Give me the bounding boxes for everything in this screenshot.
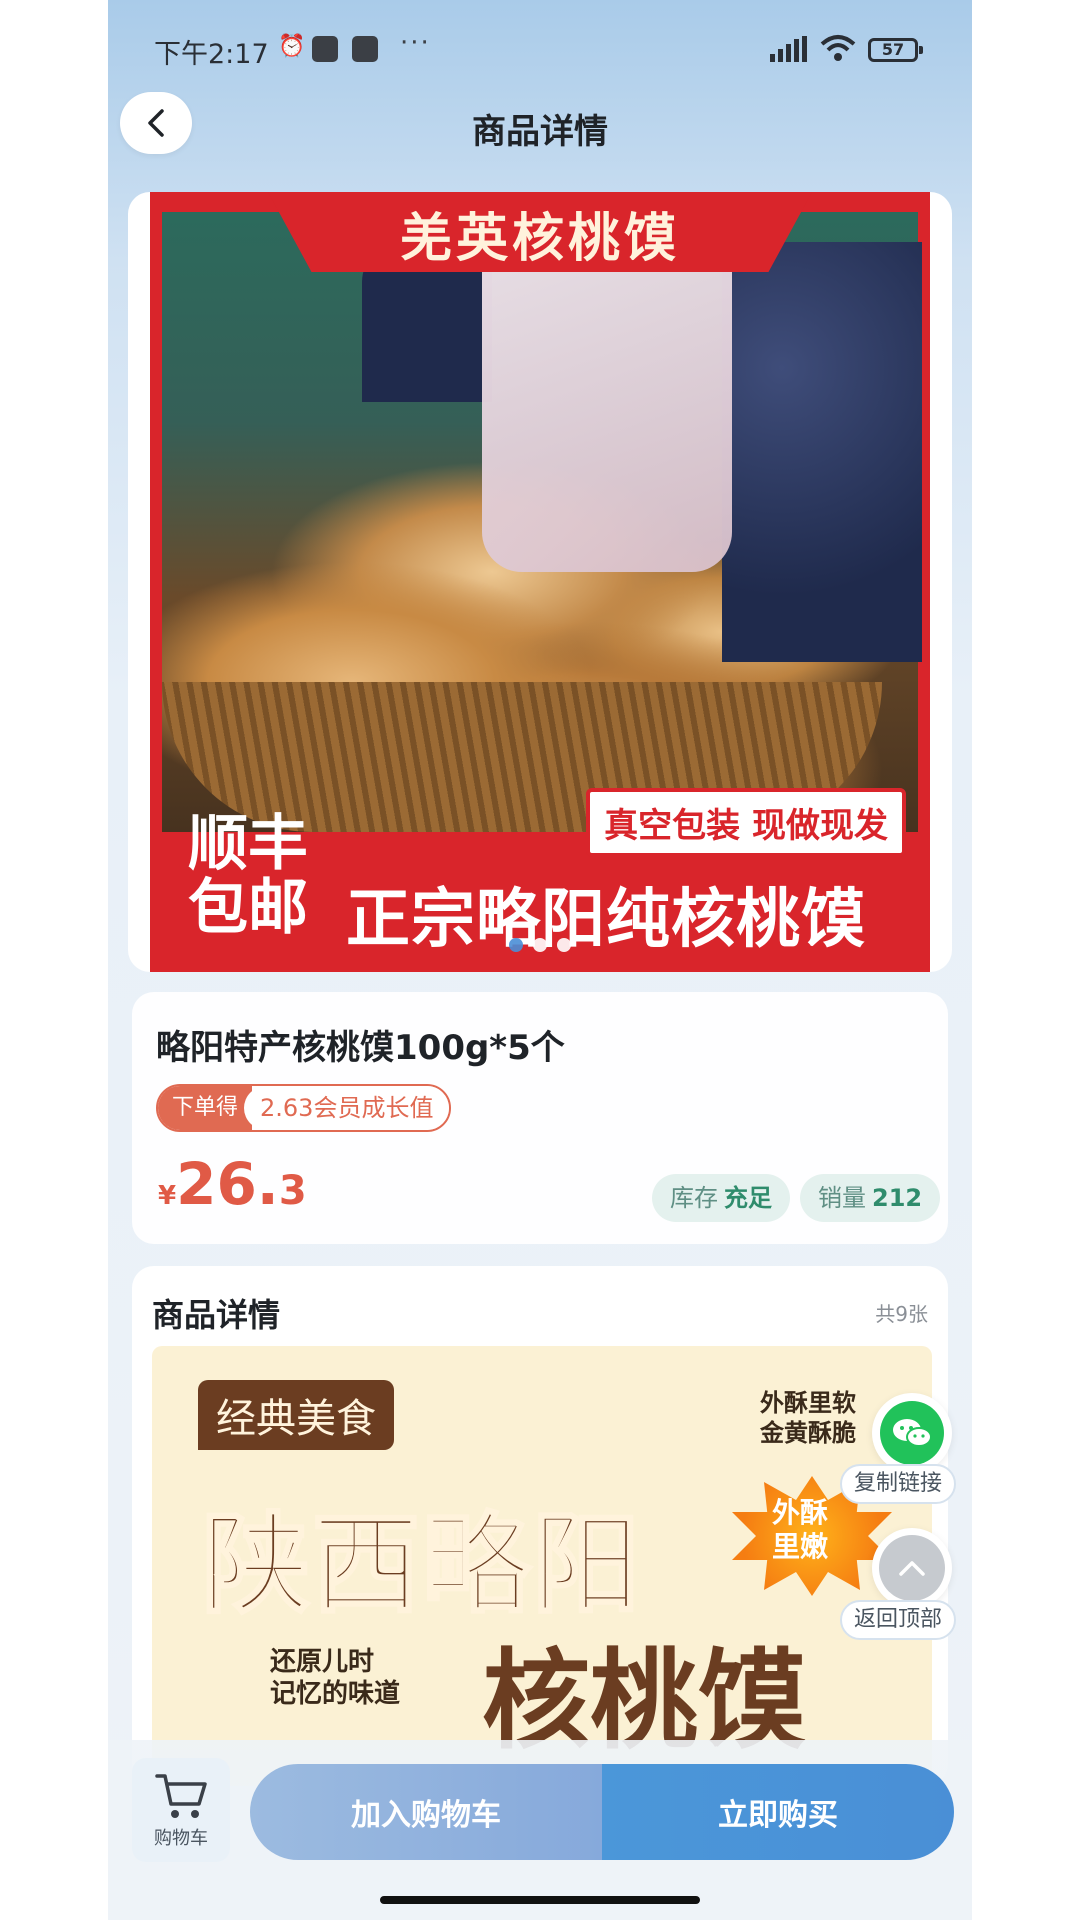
carousel-dot[interactable] [533, 938, 547, 952]
price-decimal: 3 [278, 1168, 307, 1214]
product-detail-card: 商品详情 共9张 经典美食 外酥里软 金黄酥脆 外酥 里嫩 陕西略阳 还原儿时 … [132, 1266, 948, 1786]
poster-headline: 陕西略阳 [200, 1502, 643, 1630]
battery-icon: 57 [868, 38, 923, 62]
cart-button[interactable]: 购物车 [132, 1758, 230, 1862]
wechat-icon [880, 1401, 944, 1465]
reward-value: 2.63会员成长值 [244, 1086, 450, 1130]
sales-value: 212 [872, 1184, 923, 1212]
page-title: 商品详情 [472, 112, 608, 152]
reward-label: 下单得 [158, 1086, 253, 1130]
hero-tag: 真空包装 现做现发 [586, 788, 906, 857]
back-to-top-label[interactable]: 返回顶部 [840, 1600, 957, 1640]
wechat-share-button[interactable] [872, 1393, 952, 1473]
alarm-icon: ⏰ [278, 34, 306, 59]
product-main-image: 羌英核桃馍 真空包装 现做现发 顺丰包邮 正宗略阳纯核桃馍 [150, 192, 930, 972]
purchase-actions: 加入购物车 立即购买 [250, 1764, 954, 1860]
sales-label: 销量 [818, 1184, 866, 1212]
sales-chip: 销量 212 [800, 1174, 941, 1222]
carousel-dot[interactable] [557, 938, 571, 952]
chevron-up-icon [879, 1535, 945, 1601]
signal-icon [770, 36, 807, 62]
carousel-indicator [128, 938, 952, 952]
status-bar: 下午2:17 ⏰ ··· 57 [108, 0, 972, 96]
cart-label: 购物车 [154, 1828, 208, 1849]
carousel-dot[interactable] [509, 938, 523, 952]
more-notifications-icon: ··· [400, 28, 431, 58]
home-indicator[interactable] [380, 1896, 700, 1904]
stock-chip: 库存 充足 [652, 1174, 790, 1222]
product-info-card: 略阳特产核桃馍100g*5个 下单得 2.63会员成长值 ¥26.3 库存 充足 … [132, 992, 948, 1244]
cart-icon [155, 1774, 207, 1818]
add-to-cart-button[interactable]: 加入购物车 [250, 1764, 602, 1860]
product-name: 略阳特产核桃馍100g*5个 [156, 1028, 565, 1068]
product-image-carousel[interactable]: 羌英核桃馍 真空包装 现做现发 顺丰包邮 正宗略阳纯核桃馍 [128, 192, 952, 972]
wifi-icon [820, 35, 856, 61]
product-price: ¥26.3 [158, 1150, 307, 1218]
detail-title: 商品详情 [152, 1296, 281, 1334]
poster-burst-text: 外酥 里嫩 [772, 1496, 829, 1563]
price-integer: 26. [176, 1150, 279, 1218]
battery-level: 57 [881, 40, 905, 59]
hero-shipping: 顺丰包邮 [188, 809, 308, 943]
app-notification-icon [352, 36, 378, 62]
poster-corner-text: 外酥里软 金黄酥脆 [760, 1389, 856, 1447]
stock-label: 库存 [670, 1184, 718, 1212]
detail-image-count: 共9张 [875, 1302, 928, 1326]
poster-badge: 经典美食 [198, 1380, 394, 1450]
app-screen: 下午2:17 ⏰ ··· 57 商品详情 羌英核桃馍 真空包装 现做现发 顺丰包… [108, 0, 972, 1920]
download-icon [312, 36, 338, 62]
photo-shirt-right [722, 242, 922, 662]
bottom-action-bar: 购物车 加入购物车 立即购买 [108, 1740, 972, 1920]
hero-title: 羌英核桃馍 [399, 209, 680, 269]
back-to-top-button[interactable] [872, 1528, 952, 1608]
poster-subtitle: 还原儿时 记忆的味道 [270, 1647, 401, 1709]
photo-apron [482, 272, 732, 572]
reward-badge: 下单得 2.63会员成长值 [156, 1084, 452, 1132]
buy-now-button[interactable]: 立即购买 [602, 1764, 954, 1860]
stock-value: 充足 [724, 1184, 772, 1212]
status-time: 下午2:17 [154, 39, 269, 70]
copy-link-button[interactable]: 复制链接 [840, 1464, 957, 1504]
detail-poster-image[interactable]: 经典美食 外酥里软 金黄酥脆 外酥 里嫩 陕西略阳 还原儿时 记忆的味道 核桃馍 [152, 1346, 932, 1786]
price-currency: ¥ [158, 1181, 177, 1211]
